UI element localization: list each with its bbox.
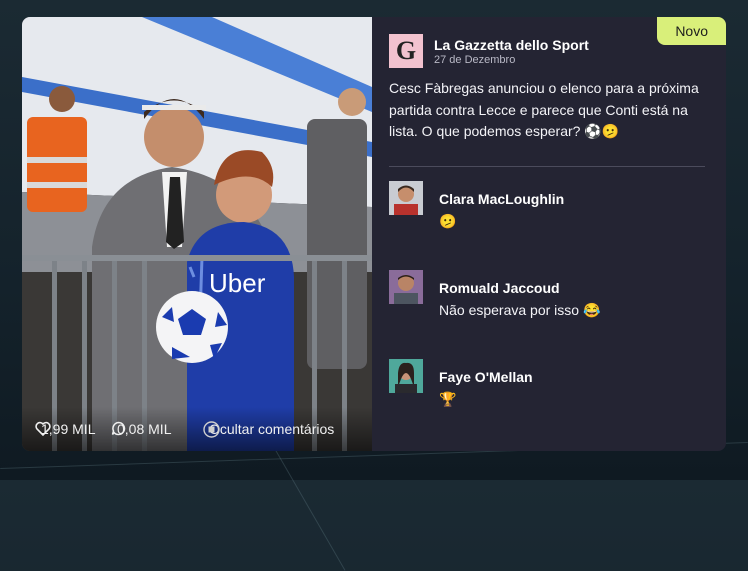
comment-item: Faye O'Mellan 🏆 bbox=[389, 359, 709, 407]
comments-stat[interactable]: 0,08 MIL bbox=[111, 421, 171, 437]
post-text: Cesc Fàbregas anunciou o elenco para a p… bbox=[389, 80, 699, 139]
comment-item: Romuald Jaccoud Não esperava por isso 😂 bbox=[389, 270, 709, 318]
comment-author: Romuald Jaccoud bbox=[439, 280, 560, 296]
comment-text: Não esperava por isso 😂 bbox=[439, 302, 601, 318]
comment-text: 🫤 bbox=[439, 213, 457, 229]
post-content-panel: Novo G La Gazzetta dello Sport 27 de Dez… bbox=[372, 17, 726, 451]
post-date: 27 de Dezembro bbox=[434, 54, 516, 66]
publisher-name: La Gazzetta dello Sport bbox=[434, 37, 589, 53]
news-post-card[interactable]: Uber 1,99 MIL 0,08 MIL Ocultar comentári… bbox=[22, 17, 726, 451]
avatar bbox=[389, 359, 423, 393]
divider bbox=[389, 166, 705, 167]
publisher-logo: G bbox=[389, 34, 423, 68]
likes-stat[interactable]: 1,99 MIL bbox=[35, 421, 95, 437]
avatar bbox=[389, 181, 423, 215]
hide-comments-label: Ocultar comentários bbox=[209, 421, 335, 437]
new-badge: Novo bbox=[657, 17, 726, 45]
post-photo: Uber 1,99 MIL 0,08 MIL Ocultar comentári… bbox=[22, 17, 372, 451]
comment-text: 🏆 bbox=[439, 391, 457, 407]
comment-author: Faye O'Mellan bbox=[439, 369, 533, 385]
hide-comments-button[interactable]: Ocultar comentários bbox=[203, 421, 335, 438]
comment-item: Clara MacLoughlin 🫤 bbox=[389, 181, 709, 229]
shirt-sponsor-text: Uber bbox=[209, 268, 266, 298]
avatar bbox=[389, 270, 423, 304]
comment-author: Clara MacLoughlin bbox=[439, 191, 565, 207]
